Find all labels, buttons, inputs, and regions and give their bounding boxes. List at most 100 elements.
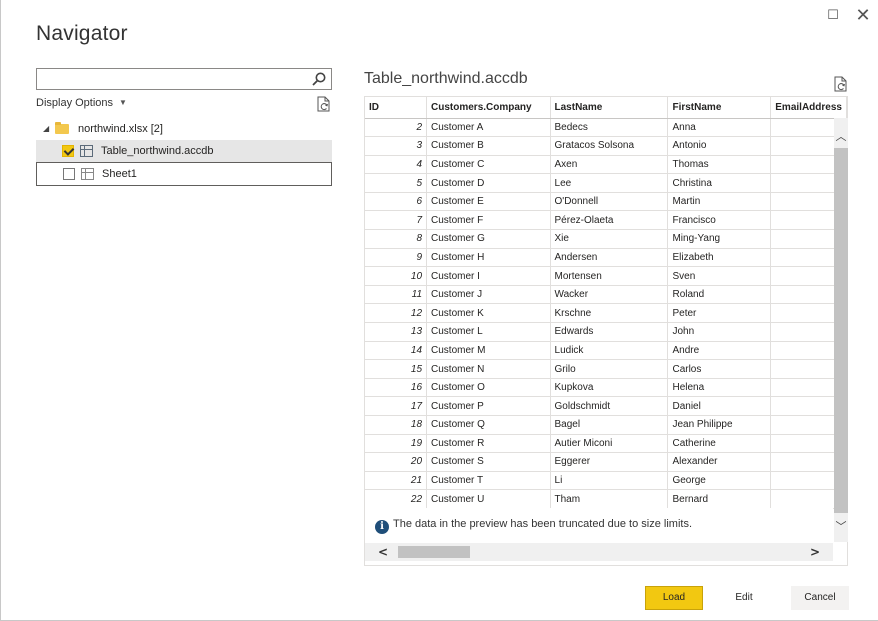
preview-table: ID Customers.Company LastName FirstName … bbox=[365, 97, 847, 509]
cell-company: Customer C bbox=[426, 155, 551, 175]
cell-lastname: Autier Miconi bbox=[550, 434, 669, 454]
cell-id: 19 bbox=[365, 434, 428, 454]
table-row: 12 Customer K Krschne Peter bbox=[365, 303, 847, 324]
cell-id: 9 bbox=[365, 248, 428, 268]
cell-company: Customer O bbox=[426, 378, 551, 398]
column-header-email[interactable]: EmailAddress bbox=[770, 97, 847, 119]
cell-lastname: O'Donnell bbox=[550, 192, 669, 212]
table-row: 8 Customer G Xie Ming-Yang bbox=[365, 229, 847, 249]
load-button[interactable]: Load bbox=[645, 586, 703, 610]
cell-id: 20 bbox=[365, 452, 428, 472]
close-button[interactable]: ✕ bbox=[853, 6, 873, 26]
cell-firstname: George bbox=[667, 471, 772, 491]
cell-lastname: Kupkova bbox=[550, 378, 669, 398]
cell-company: Customer N bbox=[426, 359, 551, 379]
display-options-dropdown[interactable]: Display Options ▼ bbox=[36, 97, 127, 109]
cell-id: 11 bbox=[365, 285, 428, 305]
table-row: 2 Customer A Bedecs Anna bbox=[365, 118, 847, 138]
tree-item-label: Table_northwind.accdb bbox=[101, 145, 214, 157]
scroll-down-icon[interactable]: ﹀ bbox=[834, 520, 848, 534]
cell-id: 13 bbox=[365, 322, 428, 342]
column-header-firstname[interactable]: FirstName bbox=[667, 97, 772, 119]
table-icon bbox=[80, 145, 93, 157]
cell-firstname: Sven bbox=[667, 266, 772, 286]
truncation-notice-text: The data in the preview has been truncat… bbox=[393, 518, 693, 530]
cell-company: Customer I bbox=[426, 266, 551, 286]
chevron-down-icon: ▼ bbox=[119, 98, 127, 107]
cell-id: 2 bbox=[365, 118, 428, 138]
cell-id: 22 bbox=[365, 489, 428, 509]
cancel-button[interactable]: Cancel bbox=[791, 586, 849, 610]
expand-triangle-icon[interactable]: ◢ bbox=[43, 118, 49, 140]
cell-firstname: Antonio bbox=[667, 136, 772, 156]
table-row: 17 Customer P Goldschmidt Daniel bbox=[365, 396, 847, 416]
vertical-scroll-thumb[interactable] bbox=[834, 148, 848, 513]
table-header-row: ID Customers.Company LastName FirstName … bbox=[365, 97, 847, 119]
search-input[interactable] bbox=[37, 70, 307, 91]
cell-id: 7 bbox=[365, 210, 428, 231]
table-row: 4 Customer C Axen Thomas bbox=[365, 155, 847, 175]
cell-firstname: Roland bbox=[667, 285, 772, 305]
horizontal-scroll-thumb[interactable] bbox=[398, 546, 470, 558]
cell-id: 3 bbox=[365, 136, 428, 156]
cell-id: 17 bbox=[365, 396, 428, 416]
maximize-button[interactable]: ☐ bbox=[823, 6, 843, 26]
window-title: Navigator bbox=[36, 22, 128, 45]
cell-firstname: Alexander bbox=[667, 452, 772, 472]
cell-lastname: Grilo bbox=[550, 359, 669, 379]
table-row: 15 Customer N Grilo Carlos bbox=[365, 359, 847, 379]
cell-id: 18 bbox=[365, 415, 428, 435]
cell-company: Customer S bbox=[426, 452, 551, 472]
sheet1-checkbox[interactable] bbox=[63, 168, 75, 180]
cell-company: Customer D bbox=[426, 173, 551, 193]
cell-id: 6 bbox=[365, 192, 428, 212]
column-header-lastname[interactable]: LastName bbox=[550, 97, 669, 119]
scroll-up-icon[interactable]: ︿ bbox=[834, 130, 848, 144]
cell-company: Customer P bbox=[426, 396, 551, 416]
edit-button[interactable]: Edit bbox=[715, 586, 773, 610]
cell-company: Customer L bbox=[426, 322, 551, 342]
cell-firstname: Bernard bbox=[667, 489, 772, 509]
refresh-preview-icon[interactable] bbox=[833, 76, 848, 92]
table-row: 13 Customer L Edwards John bbox=[365, 322, 847, 342]
table-row: 14 Customer M Ludick Andre bbox=[365, 341, 847, 361]
scroll-left-icon[interactable]: < bbox=[375, 543, 391, 561]
cell-lastname: Krschne bbox=[550, 303, 669, 324]
table-row: 7 Customer F Pérez-Olaeta Francisco bbox=[365, 210, 847, 231]
cell-id: 21 bbox=[365, 471, 428, 491]
sheet-icon bbox=[81, 168, 94, 180]
cell-lastname: Pérez-Olaeta bbox=[550, 210, 669, 231]
table-row: 19 Customer R Autier Miconi Catherine bbox=[365, 434, 847, 454]
cell-lastname: Wacker bbox=[550, 285, 669, 305]
vertical-scrollbar[interactable]: ︿ ﹀ bbox=[834, 118, 848, 542]
truncation-notice: i The data in the preview has been trunca… bbox=[365, 508, 833, 540]
cell-id: 15 bbox=[365, 359, 428, 379]
cell-id: 16 bbox=[365, 378, 428, 398]
cell-id: 8 bbox=[365, 229, 428, 249]
scroll-right-icon[interactable]: > bbox=[807, 543, 823, 561]
display-options-label: Display Options bbox=[36, 97, 114, 109]
cell-lastname: Bagel bbox=[550, 415, 669, 435]
cell-firstname: Daniel bbox=[667, 396, 772, 416]
refresh-icon[interactable] bbox=[316, 96, 331, 112]
cell-lastname: Andersen bbox=[550, 248, 669, 268]
column-header-id[interactable]: ID bbox=[365, 97, 428, 119]
tree-item-label: Sheet1 bbox=[102, 168, 137, 180]
tree-item-sheet1[interactable]: Sheet1 bbox=[36, 162, 332, 186]
cell-firstname: Carlos bbox=[667, 359, 772, 379]
cell-firstname: Peter bbox=[667, 303, 772, 324]
cell-company: Customer T bbox=[426, 471, 551, 491]
table-northwind-checkbox[interactable] bbox=[62, 145, 74, 157]
cell-lastname: Tham bbox=[550, 489, 669, 509]
table-row: 16 Customer O Kupkova Helena bbox=[365, 378, 847, 398]
cell-id: 4 bbox=[365, 155, 428, 175]
horizontal-scrollbar[interactable]: < > bbox=[365, 543, 833, 561]
cell-firstname: Catherine bbox=[667, 434, 772, 454]
tree-root-node[interactable]: ◢ northwind.xlsx [2] bbox=[36, 118, 332, 140]
column-header-company[interactable]: Customers.Company bbox=[426, 97, 551, 119]
cell-lastname: Xie bbox=[550, 229, 669, 249]
tree-item-table-northwind[interactable]: Table_northwind.accdb bbox=[36, 140, 332, 162]
search-icon[interactable] bbox=[311, 71, 327, 87]
search-box bbox=[36, 68, 332, 91]
table-row: 22 Customer U Tham Bernard bbox=[365, 489, 847, 509]
